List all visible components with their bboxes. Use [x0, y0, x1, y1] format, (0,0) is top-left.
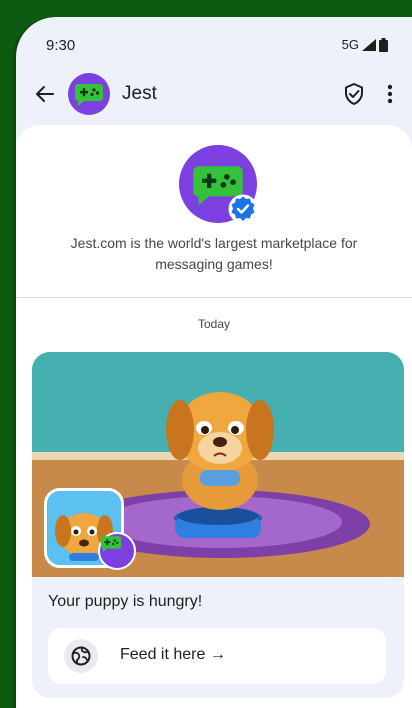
app-bar: Jest: [16, 69, 412, 119]
business-description: Jest.com is the world's largest marketpl…: [70, 235, 358, 272]
more-options-button[interactable]: [376, 80, 404, 108]
avatar[interactable]: [68, 73, 110, 115]
more-vert-icon: [387, 84, 393, 104]
arrow-back-icon: [36, 86, 54, 102]
signal-icon: [362, 38, 376, 51]
globe-icon-wrapper: [64, 639, 98, 673]
divider: [16, 297, 412, 298]
conversation-panel: Jest.com is the world's largest marketpl…: [16, 125, 412, 708]
page-title: Jest: [122, 83, 157, 104]
security-button[interactable]: [340, 80, 368, 108]
shield-check-icon: [345, 83, 363, 105]
game-chat-icon: [100, 536, 122, 553]
action-label: Feed it here →: [120, 646, 226, 663]
feed-it-here-button[interactable]: Feed it here →: [48, 628, 386, 684]
globe-icon: [71, 646, 91, 666]
date-separator: Today: [197, 317, 231, 331]
card-title: Your puppy is hungry!: [48, 593, 203, 610]
phone-screen: 9:30 5G Jest Jest.com is the world's lar…: [16, 17, 412, 708]
status-bar: 9:30 5G: [16, 17, 412, 69]
game-chat-icon: [75, 84, 103, 106]
app-badge: [98, 532, 136, 570]
network-label: 5G: [341, 37, 359, 52]
status-time: 9:30: [46, 37, 76, 54]
status-indicators: 5G: [342, 37, 388, 52]
puppy-game-image[interactable]: [32, 352, 404, 577]
battery-icon: [379, 37, 388, 52]
rich-message-card[interactable]: Your puppy is hungry! Feed it here →: [32, 352, 404, 698]
verified-badge-icon: [228, 194, 258, 224]
back-button[interactable]: [30, 79, 60, 109]
